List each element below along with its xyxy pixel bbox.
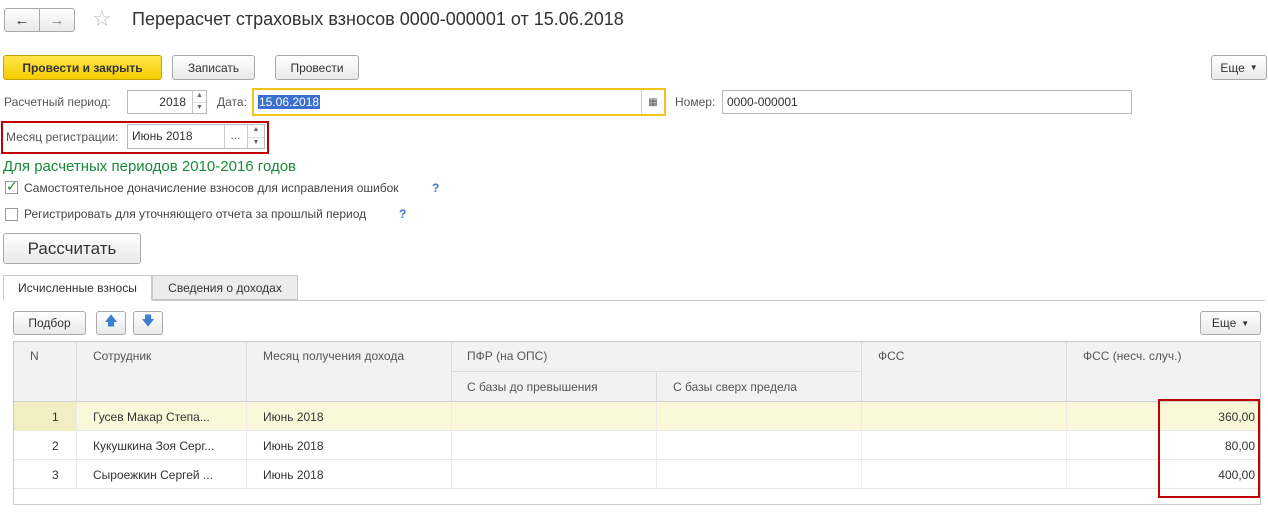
chevron-down-icon: ▼ xyxy=(1241,318,1250,328)
chevron-down-icon: ▼ xyxy=(1249,63,1258,72)
number-field[interactable]: 0000-000001 xyxy=(722,90,1132,114)
arrow-up-icon: 🡅 xyxy=(104,313,118,328)
star-icon: ☆ xyxy=(92,6,112,31)
table-more-label: Еще xyxy=(1211,316,1237,330)
column-divider xyxy=(861,402,862,489)
clarifying-report-label: Регистрировать для уточняющего отчета за… xyxy=(24,207,367,221)
reg-month-select-button[interactable]: ... xyxy=(224,125,246,148)
date-field[interactable]: 15.06.2018 xyxy=(252,88,666,116)
page-title: Перерасчет страховых взносов 0000-000001… xyxy=(132,9,624,29)
table-header xyxy=(14,342,1260,402)
header-divider xyxy=(656,371,657,402)
header-divider xyxy=(452,371,861,372)
more-label: Еще xyxy=(1220,60,1245,75)
arrow-down-icon: 🡇 xyxy=(141,313,155,328)
col-header-n[interactable]: N xyxy=(30,349,39,363)
back-button[interactable]: ← xyxy=(4,8,40,32)
period-stepper[interactable]: ▲ ▼ xyxy=(192,91,206,113)
col-header-pfr[interactable]: ПФР (на ОПС) xyxy=(467,349,547,363)
date-label: Дата: xyxy=(217,95,247,109)
more-button[interactable]: Еще ▼ xyxy=(1211,55,1267,80)
col-header-pfr-base-below[interactable]: С базы до превышения xyxy=(467,380,598,394)
spin-down-icon[interactable]: ▼ xyxy=(193,102,206,113)
header-divider xyxy=(861,342,862,402)
date-value: 15.06.2018 xyxy=(258,95,321,109)
row-month: Июнь 2018 xyxy=(263,439,324,453)
help-icon[interactable]: ? xyxy=(432,181,439,195)
col-header-fss-ns[interactable]: ФСС (несч. случ.) xyxy=(1083,349,1181,363)
tab-calculated-contributions[interactable]: Исчисленные взносы xyxy=(3,275,152,301)
row-month: Июнь 2018 xyxy=(263,468,324,482)
move-up-button[interactable]: 🡅 xyxy=(96,311,126,335)
clarifying-report-checkbox[interactable] xyxy=(5,208,18,221)
row-number: 1 xyxy=(52,410,59,424)
arrow-right-icon: → xyxy=(49,11,65,29)
spin-down-icon[interactable]: ▼ xyxy=(248,136,264,149)
header-divider xyxy=(246,342,247,402)
column-divider xyxy=(246,402,247,489)
help-icon[interactable]: ? xyxy=(399,207,406,221)
save-button[interactable]: Записать xyxy=(172,55,255,80)
section-heading: Для расчетных периодов 2010-2016 годов xyxy=(3,158,297,175)
number-label: Номер: xyxy=(675,95,716,109)
col-header-month[interactable]: Месяц получения дохода xyxy=(263,349,404,363)
reg-month-value: Июнь 2018 xyxy=(132,129,193,143)
calculate-button[interactable]: Рассчитать xyxy=(3,233,141,264)
calendar-icon: ▦ xyxy=(648,96,658,108)
header-divider xyxy=(451,342,452,402)
self-accrual-label: Самостоятельное доначисление взносов для… xyxy=(24,181,399,195)
column-divider xyxy=(76,402,77,489)
row-employee: Сыроежкин Сергей ... xyxy=(93,468,213,482)
fss-ns-highlight xyxy=(1158,399,1260,498)
row-number: 3 xyxy=(52,468,59,482)
col-header-employee[interactable]: Сотрудник xyxy=(93,349,151,363)
tabs-divider xyxy=(3,300,1265,301)
header-divider xyxy=(1066,342,1067,402)
reg-month-label: Месяц регистрации: xyxy=(6,130,119,144)
reg-month-stepper[interactable]: ▲ ▼ xyxy=(247,125,264,148)
row-employee: Кукушкина Зоя Серг... xyxy=(93,439,215,453)
self-accrual-checkbox[interactable]: ✓ xyxy=(5,178,18,194)
post-and-close-button[interactable]: Провести и закрыть xyxy=(3,55,162,80)
col-header-pfr-base-above[interactable]: С базы сверх предела xyxy=(673,380,797,394)
row-number: 2 xyxy=(52,439,59,453)
period-value: 2018 xyxy=(159,95,186,109)
number-value: 0000-000001 xyxy=(727,95,798,109)
post-button[interactable]: Провести xyxy=(275,55,359,80)
column-divider xyxy=(656,402,657,489)
checkmark-icon: ✓ xyxy=(6,178,18,194)
favorite-star[interactable]: ☆ xyxy=(92,6,112,32)
forward-button[interactable]: → xyxy=(39,8,75,32)
column-divider xyxy=(1066,402,1067,489)
col-header-fss[interactable]: ФСС xyxy=(878,349,904,363)
row-number-cell xyxy=(14,402,76,431)
row-employee: Гусев Макар Степа... xyxy=(93,410,210,424)
calendar-button[interactable]: ▦ xyxy=(641,90,664,114)
column-divider xyxy=(451,402,452,489)
select-button[interactable]: Подбор xyxy=(13,311,86,335)
table-more-button[interactable]: Еще ▼ xyxy=(1200,311,1261,335)
row-month: Июнь 2018 xyxy=(263,410,324,424)
spin-up-icon[interactable]: ▲ xyxy=(248,125,264,137)
tab-income-info[interactable]: Сведения о доходах xyxy=(152,275,298,300)
header-divider xyxy=(76,342,77,402)
spin-up-icon[interactable]: ▲ xyxy=(193,91,206,102)
move-down-button[interactable]: 🡇 xyxy=(133,311,163,335)
period-label: Расчетный период: xyxy=(4,95,111,109)
arrow-left-icon: ← xyxy=(14,11,30,29)
